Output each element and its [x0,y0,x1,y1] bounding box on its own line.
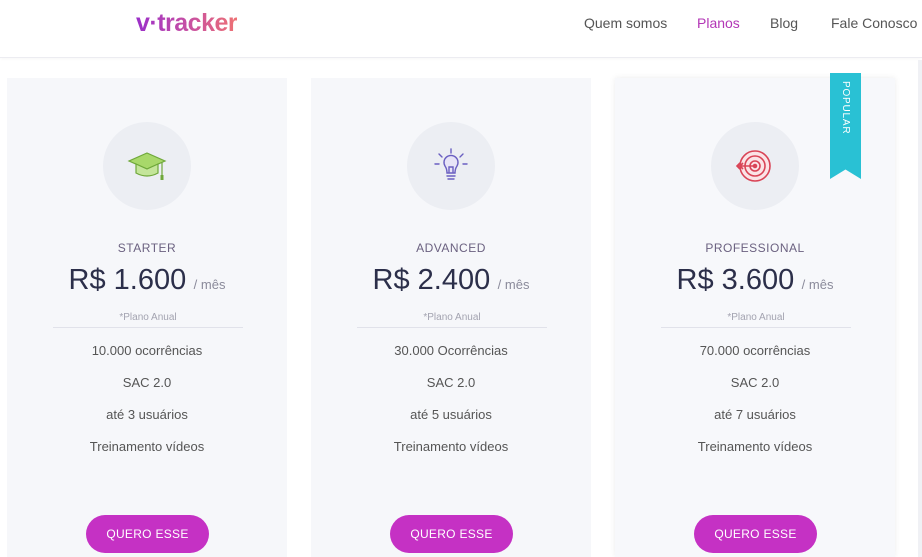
feature-item: até 5 usuários [410,407,492,422]
nav-quem-somos[interactable]: Quem somos [584,15,667,31]
plan-card-starter: STARTER R$ 1.600 / mês *Plano Anual 10.0… [7,78,287,557]
lightbulb-icon [434,148,468,180]
plan-note: *Plano Anual [661,312,851,328]
price-row: R$ 3.600 / mês [615,264,895,297]
plan-note: *Plano Anual [53,312,243,328]
next-card-edge [918,60,922,557]
select-plan-button[interactable]: QUERO ESSE [86,515,209,553]
select-plan-button[interactable]: QUERO ESSE [694,515,817,553]
select-plan-button[interactable]: QUERO ESSE [390,515,513,553]
price-row: R$ 1.600 / mês [7,264,287,297]
feature-item: SAC 2.0 [426,375,476,390]
feature-item: Treinamento vídeos [697,439,813,454]
feature-item: 10.000 ocorrências [91,343,203,358]
nav-fale-conosco[interactable]: Fale Conosco [831,15,917,31]
feature-item: 30.000 Ocorrências [394,343,508,358]
nav-blog[interactable]: Blog [770,15,798,31]
icon-circle [103,122,191,210]
plan-name: PROFESSIONAL [705,241,805,255]
price-period: / mês [497,277,530,292]
price-period: / mês [193,277,226,292]
site-header: v·tracker Quem somos Planos Blog Fale Co… [0,0,922,58]
plan-name: ADVANCED [416,241,486,255]
target-icon [735,150,771,182]
feature-item: SAC 2.0 [730,375,780,390]
feature-item: SAC 2.0 [122,375,172,390]
feature-item: Treinamento vídeos [89,439,205,454]
icon-circle [407,122,495,210]
price-period: / mês [801,277,834,292]
popular-badge-label: POPULAR [840,81,851,135]
graduation-cap-icon [127,152,167,180]
feature-item: até 7 usuários [714,407,796,422]
plan-price: R$ 3.600 [676,264,795,296]
feature-item: 70.000 ocorrências [699,343,811,358]
plan-note: *Plano Anual [357,312,547,328]
plan-price: R$ 1.600 [68,264,187,296]
icon-circle [711,122,799,210]
price-row: R$ 2.400 / mês [311,264,591,297]
plan-name: STARTER [117,241,177,255]
logo[interactable]: v·tracker [136,9,238,38]
plan-card-advanced: ADVANCED R$ 2.400 / mês *Plano Anual 30.… [311,78,591,557]
feature-item: Treinamento vídeos [393,439,509,454]
plan-price: R$ 2.400 [372,264,491,296]
nav-planos[interactable]: Planos [697,15,740,31]
feature-item: até 3 usuários [106,407,188,422]
popular-ribbon: POPULAR [830,73,861,179]
